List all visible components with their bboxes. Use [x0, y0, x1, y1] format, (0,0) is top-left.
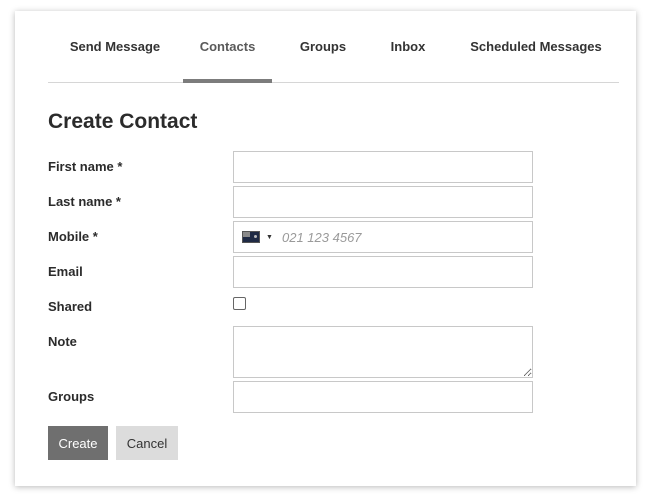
- tab-contacts[interactable]: Contacts: [183, 11, 272, 83]
- create-button[interactable]: Create: [48, 426, 108, 460]
- email-label: Email: [48, 264, 83, 279]
- mobile-input[interactable]: [278, 222, 536, 252]
- cancel-button[interactable]: Cancel: [116, 426, 178, 460]
- first-name-label: First name *: [48, 159, 123, 174]
- chevron-down-icon: ▼: [266, 233, 273, 241]
- last-name-field[interactable]: [233, 186, 533, 218]
- last-name-label: Last name *: [48, 194, 121, 209]
- tab-bar: Send Message Contacts Groups Inbox Sched…: [48, 11, 619, 83]
- groups-label: Groups: [48, 389, 95, 404]
- create-contact-card: Send Message Contacts Groups Inbox Sched…: [15, 11, 636, 486]
- groups-field[interactable]: [233, 381, 533, 413]
- note-field[interactable]: [233, 326, 533, 378]
- mobile-field: ▼: [233, 221, 536, 253]
- shared-label: Shared: [48, 299, 93, 314]
- tab-send-message[interactable]: Send Message: [48, 11, 182, 82]
- note-label: Note: [48, 334, 77, 349]
- nz-flag-icon: [242, 231, 260, 243]
- first-name-field[interactable]: [233, 151, 533, 183]
- shared-checkbox[interactable]: [233, 297, 246, 310]
- tab-scheduled-messages[interactable]: Scheduled Messages: [460, 11, 612, 82]
- tab-inbox[interactable]: Inbox: [381, 11, 435, 82]
- page-title: Create Contact: [48, 110, 198, 133]
- tab-groups[interactable]: Groups: [288, 11, 358, 82]
- mobile-label: Mobile *: [48, 229, 98, 244]
- email-field[interactable]: [233, 256, 533, 288]
- country-selector[interactable]: ▼: [242, 222, 276, 252]
